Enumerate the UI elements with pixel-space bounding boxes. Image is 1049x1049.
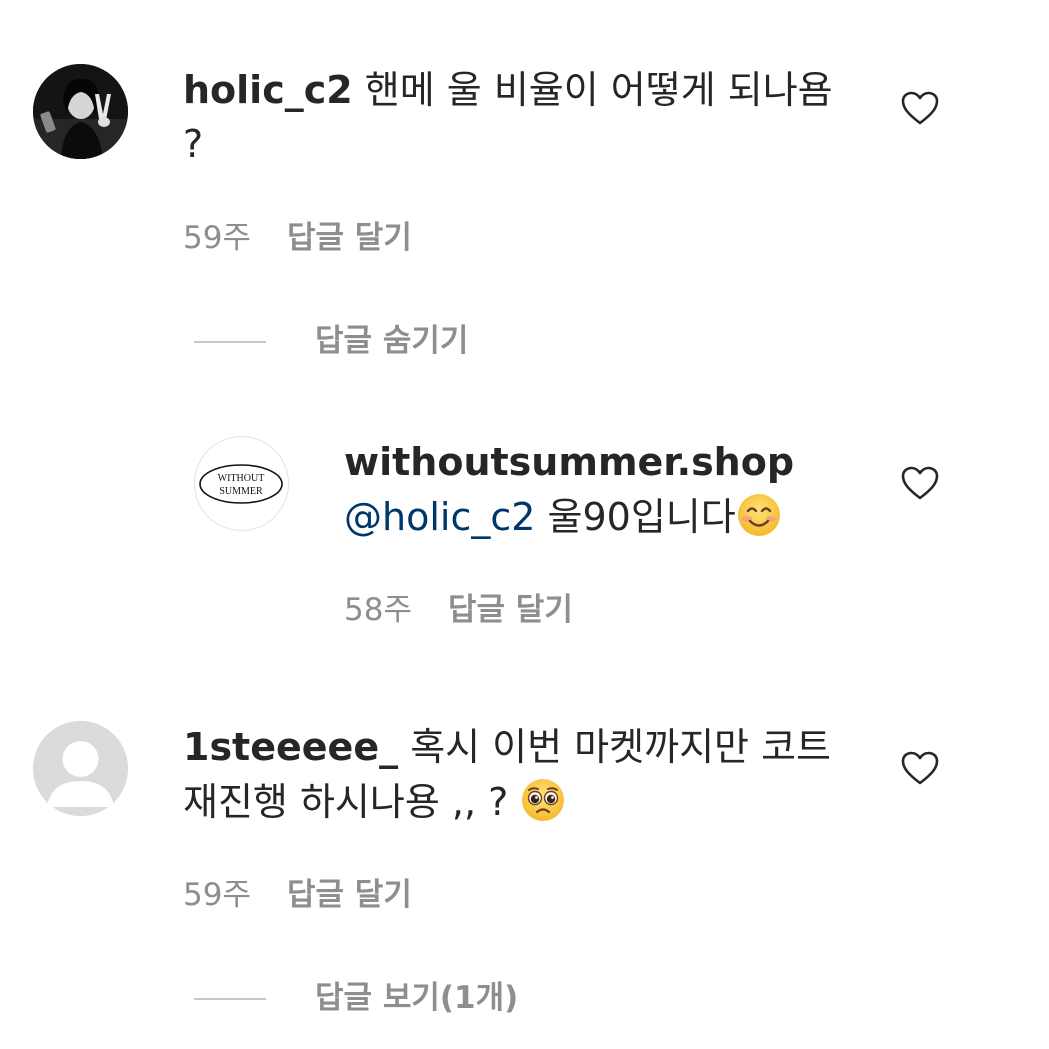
logo-text-top: WITHOUT xyxy=(218,473,265,484)
avatar[interactable] xyxy=(33,721,128,816)
default-profile-icon xyxy=(33,721,128,816)
comment-time: 59주 xyxy=(183,220,251,256)
mention-link[interactable]: @holic_c2 xyxy=(344,495,535,539)
view-replies-button[interactable]: 답글 보기(1개) xyxy=(315,978,518,1018)
comment-username[interactable]: withoutsummer.shop xyxy=(344,440,794,484)
avatar[interactable]: WITHOUT SUMMER xyxy=(194,436,289,531)
like-button[interactable] xyxy=(900,750,940,790)
comment-text: @holic_c2 울90입니다 xyxy=(344,491,782,551)
reply-button[interactable]: 답글 달기 xyxy=(448,592,573,628)
comment-time: 59주 xyxy=(183,877,251,913)
comment-time: 58주 xyxy=(344,592,412,628)
avatar[interactable] xyxy=(33,64,128,159)
thread-divider xyxy=(194,998,266,1000)
comment-body: 울90입니다 xyxy=(547,495,736,539)
brand-logo: WITHOUT SUMMER xyxy=(199,464,283,504)
comment-body: 재진행 하시나용 ,, ? xyxy=(183,780,509,824)
comment-meta: 58주 답글 달기 xyxy=(344,590,573,630)
like-button[interactable] xyxy=(900,465,940,505)
comment-text: holic_c2 핸메 울 비율이 어떻게 되나욤 xyxy=(183,64,833,116)
comment-text-continued: ? xyxy=(183,122,204,166)
hide-replies-button[interactable]: 답글 숨기기 xyxy=(315,321,468,361)
heart-outline-icon xyxy=(901,466,939,500)
comment-text: 1steeeee_ 혹시 이번 마켓까지만 코트 xyxy=(183,721,831,773)
comment-meta: 59주 답글 달기 xyxy=(183,875,412,915)
comment-body: 핸메 울 비율이 어떻게 되나욤 xyxy=(364,68,833,112)
pleading-face-emoji xyxy=(520,777,566,836)
comment-text-continued: 재진행 하시나용 ,, ? xyxy=(183,776,566,836)
reply-button[interactable]: 답글 달기 xyxy=(287,877,412,913)
comment-username[interactable]: 1steeeee_ xyxy=(183,725,398,769)
profile-photo xyxy=(33,64,128,159)
logo-text-bottom: SUMMER xyxy=(219,486,263,497)
like-button[interactable] xyxy=(900,90,940,130)
heart-outline-icon xyxy=(901,751,939,785)
smiling-face-emoji xyxy=(736,492,782,551)
reply-button[interactable]: 답글 달기 xyxy=(287,220,412,256)
comment-body: 혹시 이번 마켓까지만 코트 xyxy=(410,725,831,769)
comment-username[interactable]: holic_c2 xyxy=(183,68,353,112)
comment-meta: 59주 답글 달기 xyxy=(183,218,412,258)
heart-outline-icon xyxy=(901,91,939,125)
comment-username-line: withoutsummer.shop xyxy=(344,436,794,488)
thread-divider xyxy=(194,341,266,343)
